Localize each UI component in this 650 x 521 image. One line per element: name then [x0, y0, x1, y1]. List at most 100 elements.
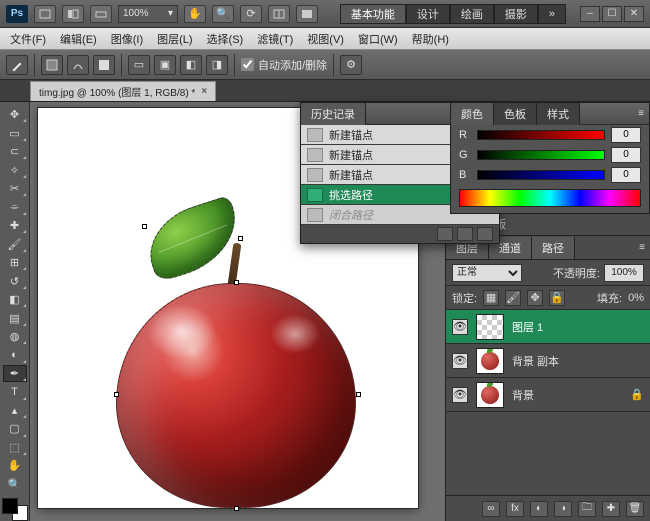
type-tool[interactable]: T	[3, 383, 27, 400]
brush-tool[interactable]: 🖌	[3, 235, 27, 252]
arrange-docs-icon[interactable]	[268, 5, 290, 23]
lock-position-icon[interactable]: ✥	[527, 290, 543, 306]
new-snapshot-icon[interactable]	[437, 227, 453, 241]
g-value[interactable]: 0	[611, 147, 641, 163]
tab-paths[interactable]: 路径	[532, 237, 575, 259]
pen-tool[interactable]: ✒	[3, 365, 27, 382]
fx-icon[interactable]: fx	[506, 501, 524, 517]
lasso-tool[interactable]: ⊂	[3, 143, 27, 160]
menu-window[interactable]: 窗口(W)	[352, 29, 404, 49]
r-value[interactable]: 0	[611, 127, 641, 143]
layer-row[interactable]: 👁 背景 🔒	[446, 378, 650, 412]
path-anchor[interactable]	[238, 236, 243, 241]
spectrum-ramp[interactable]	[459, 189, 641, 207]
g-slider[interactable]	[477, 150, 605, 160]
path-select-tool[interactable]: ▴	[3, 402, 27, 419]
path-anchor[interactable]	[114, 392, 119, 397]
r-slider[interactable]	[477, 130, 605, 140]
path-op-intersect[interactable]: ◧	[180, 55, 202, 75]
close-icon[interactable]: ×	[201, 86, 207, 97]
lock-all-icon[interactable]: 🔒	[549, 290, 565, 306]
gradient-tool[interactable]: ▤	[3, 309, 27, 326]
fill-value[interactable]: 0%	[628, 292, 644, 304]
path-anchor[interactable]	[234, 280, 239, 285]
trash-icon[interactable]: 🗑	[626, 501, 644, 517]
menu-help[interactable]: 帮助(H)	[406, 29, 455, 49]
gear-icon[interactable]: ⚙	[340, 55, 362, 75]
fg-bg-swatch[interactable]	[2, 498, 28, 521]
dodge-tool[interactable]: ◐	[3, 346, 27, 363]
maximize-button[interactable]: ☐	[602, 6, 622, 22]
layer-thumb[interactable]	[476, 382, 504, 408]
menu-select[interactable]: 选择(S)	[201, 29, 250, 49]
tab-history[interactable]: 历史记录	[301, 103, 366, 125]
group-icon[interactable]: 🗀	[578, 501, 596, 517]
eyedropper-tool[interactable]: ⌯	[3, 198, 27, 215]
fill-pixels-mode[interactable]	[93, 55, 115, 75]
menu-layer[interactable]: 图层(L)	[151, 29, 198, 49]
menu-file[interactable]: 文件(F)	[4, 29, 52, 49]
auto-add-delete-input[interactable]	[241, 58, 254, 71]
menu-filter[interactable]: 滤镜(T)	[251, 29, 299, 49]
wand-tool[interactable]: ✧	[3, 161, 27, 178]
screenmode-icon[interactable]	[296, 5, 318, 23]
visibility-toggle[interactable]: 👁	[452, 353, 468, 369]
path-anchor[interactable]	[142, 224, 147, 229]
viewextras-icon[interactable]	[90, 5, 112, 23]
workspace-tab-essentials[interactable]: 基本功能	[340, 4, 406, 24]
zoom-level[interactable]: 100%▾	[118, 5, 178, 23]
menu-edit[interactable]: 编辑(E)	[54, 29, 103, 49]
lock-transparency-icon[interactable]: ▦	[483, 290, 499, 306]
shape-tool[interactable]: ▢	[3, 420, 27, 437]
path-op-subtract[interactable]: ▣	[154, 55, 176, 75]
opacity-value[interactable]: 100%	[604, 264, 644, 282]
trash-icon[interactable]	[477, 227, 493, 241]
layer-name[interactable]: 图层 1	[512, 319, 543, 335]
workspace-tab-design[interactable]: 设计	[406, 4, 450, 24]
layer-thumb[interactable]	[476, 348, 504, 374]
hand-tool-icon[interactable]: ✋	[184, 5, 206, 23]
layer-name[interactable]: 背景 副本	[512, 353, 559, 369]
move-tool[interactable]: ✥	[3, 106, 27, 123]
layer-thumb[interactable]	[476, 314, 504, 340]
hand-tool[interactable]: ✋	[3, 457, 27, 474]
crop-tool[interactable]: ✂	[3, 180, 27, 197]
stamp-tool[interactable]: ⊞	[3, 254, 27, 271]
menu-view[interactable]: 视图(V)	[301, 29, 350, 49]
heal-tool[interactable]: ✚	[3, 217, 27, 234]
marquee-tool[interactable]: ▭	[3, 124, 27, 141]
panel-menu-icon[interactable]: ≡	[633, 108, 649, 119]
mask-icon[interactable]: ◐	[530, 501, 548, 517]
layer-row[interactable]: 👁 背景 副本	[446, 344, 650, 378]
bridge-icon[interactable]	[34, 5, 56, 23]
blur-tool[interactable]: ◍	[3, 328, 27, 345]
menu-image[interactable]: 图像(I)	[105, 29, 149, 49]
workspace-tab-painting[interactable]: 绘画	[450, 4, 494, 24]
shape-layers-mode[interactable]	[41, 55, 63, 75]
tab-swatches[interactable]: 色板	[494, 103, 537, 125]
layer-row[interactable]: 👁 图层 1	[446, 310, 650, 344]
minibridge-icon[interactable]	[62, 5, 84, 23]
pen-tool-preset[interactable]	[6, 55, 28, 75]
path-op-add[interactable]: ▭	[128, 55, 150, 75]
path-anchor[interactable]	[234, 506, 239, 511]
layer-name[interactable]: 背景	[512, 387, 534, 403]
panel-menu-icon[interactable]: ≡	[634, 242, 650, 253]
eraser-tool[interactable]: ◧	[3, 291, 27, 308]
visibility-toggle[interactable]: 👁	[452, 319, 468, 335]
document-tab[interactable]: timg.jpg @ 100% (图层 1, RGB/8) * ×	[30, 81, 216, 101]
tab-styles[interactable]: 样式	[537, 103, 580, 125]
minimize-button[interactable]: –	[580, 6, 600, 22]
b-slider[interactable]	[477, 170, 605, 180]
new-layer-icon[interactable]: ✚	[602, 501, 620, 517]
blend-mode-select[interactable]: 正常	[452, 264, 522, 282]
3d-tool[interactable]: ⬚	[3, 439, 27, 456]
new-doc-icon[interactable]	[457, 227, 473, 241]
adjustment-icon[interactable]: ◑	[554, 501, 572, 517]
workspace-more[interactable]: »	[538, 4, 566, 24]
zoom-canvas-tool[interactable]: 🔍	[3, 476, 27, 493]
history-brush-tool[interactable]: ↺	[3, 272, 27, 289]
close-button[interactable]: ✕	[624, 6, 644, 22]
b-value[interactable]: 0	[611, 167, 641, 183]
path-op-exclude[interactable]: ◨	[206, 55, 228, 75]
